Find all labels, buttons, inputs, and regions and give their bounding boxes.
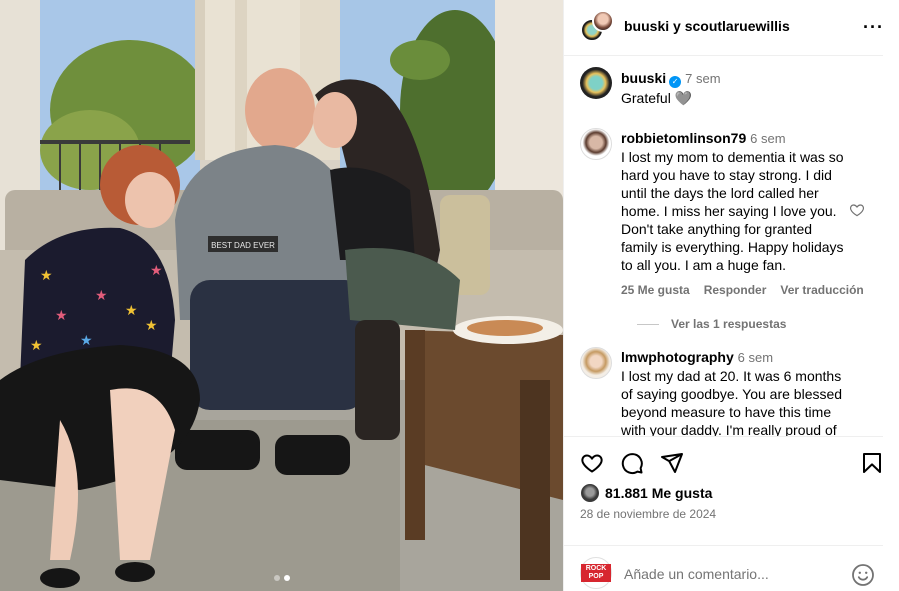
carousel-dot[interactable] (273, 575, 280, 581)
avatar[interactable]: ROCK POP (580, 557, 612, 589)
heart-icon[interactable] (849, 202, 865, 218)
post-actions: 81.881 Me gusta 28 de noviembre de 2024 … (564, 436, 883, 591)
post-date[interactable]: 28 de noviembre de 2024 (580, 507, 716, 521)
comment-time[interactable]: 6 sem (750, 131, 785, 146)
svg-text:★: ★ (40, 268, 53, 284)
add-comment-bar: ROCK POP (564, 545, 883, 591)
avatar[interactable] (580, 483, 600, 503)
collab-avatars[interactable] (580, 10, 616, 44)
comment-text: I lost my dad at 20. It was 6 months of … (621, 368, 843, 436)
carousel-dots (0, 575, 563, 581)
svg-text:★: ★ (150, 263, 163, 279)
comment-body: lmwphotography 6 sem I lost my dad at 20… (621, 348, 849, 436)
comment-likes[interactable]: 25 Me gusta (621, 283, 690, 297)
author-username[interactable]: buuski (624, 18, 669, 34)
post-header: buuski y scoutlaruewillis ··· (564, 0, 883, 56)
avatar[interactable] (580, 128, 612, 160)
carousel-dot-active[interactable] (283, 575, 290, 581)
avatar-label: ROCK POP (581, 564, 611, 582)
comment-body: robbietomlinson79 6 sem I lost my mom to… (621, 129, 849, 274)
caption-time[interactable]: 7 sem (685, 71, 720, 86)
comment-input[interactable] (624, 566, 834, 582)
reply-button[interactable]: Responder (704, 283, 767, 297)
emoji-icon[interactable] (851, 563, 875, 587)
post-photo[interactable]: BEST DAD EVER ★ ★ ★ ★ ★ ★ ★ ★ (0, 0, 563, 591)
avatar[interactable] (592, 10, 614, 32)
verified-badge-icon: ✓ (669, 76, 682, 88)
family-photo-image: BEST DAD EVER ★ ★ ★ ★ ★ ★ ★ ★ (0, 0, 563, 591)
post-authors: buuski y scoutlaruewillis (624, 18, 790, 34)
bookmark-icon[interactable] (860, 451, 884, 475)
svg-text:★: ★ (55, 308, 68, 324)
comment-icon[interactable] (620, 451, 644, 475)
sign-text: BEST DAD EVER (211, 241, 275, 250)
comments-scroll[interactable]: buuski ✓ 7 sem Grateful 🩶 robbietomlinson7… (564, 57, 883, 436)
send-icon[interactable] (660, 451, 684, 475)
caption-username[interactable]: buuski (621, 70, 666, 86)
comment-text: I lost my mom to dementia it was so hard… (621, 149, 844, 273)
author-conjunction: y (673, 18, 681, 34)
view-replies-button[interactable]: Ver las 1 respuestas (637, 317, 786, 331)
svg-text:★: ★ (95, 288, 108, 304)
svg-text:★: ★ (145, 318, 158, 334)
more-horizontal-icon[interactable]: ··· (863, 18, 884, 36)
svg-text:★: ★ (125, 303, 138, 319)
svg-text:★: ★ (80, 333, 93, 349)
likes-summary[interactable]: 81.881 Me gusta (580, 483, 712, 503)
svg-text:★: ★ (30, 338, 43, 354)
view-replies-label[interactable]: Ver las 1 respuestas (671, 317, 786, 331)
replies-divider (637, 323, 659, 325)
heart-icon[interactable] (580, 451, 604, 475)
avatar[interactable] (580, 347, 612, 379)
likes-count[interactable]: 81.881 Me gusta (605, 485, 712, 501)
caption-text: Grateful 🩶 (621, 90, 693, 106)
translate-button[interactable]: Ver traducción (780, 283, 863, 297)
comment-time[interactable]: 6 sem (738, 350, 773, 365)
comment-username[interactable]: robbietomlinson79 (621, 130, 746, 146)
comment-meta: 25 Me gusta Responder Ver traducción (621, 283, 864, 297)
author-username[interactable]: scoutlaruewillis (685, 18, 790, 34)
avatar[interactable] (580, 67, 612, 99)
comment-username[interactable]: lmwphotography (621, 349, 734, 365)
post-side-panel: buuski y scoutlaruewillis ··· buuski ✓ 7 s… (563, 0, 899, 591)
